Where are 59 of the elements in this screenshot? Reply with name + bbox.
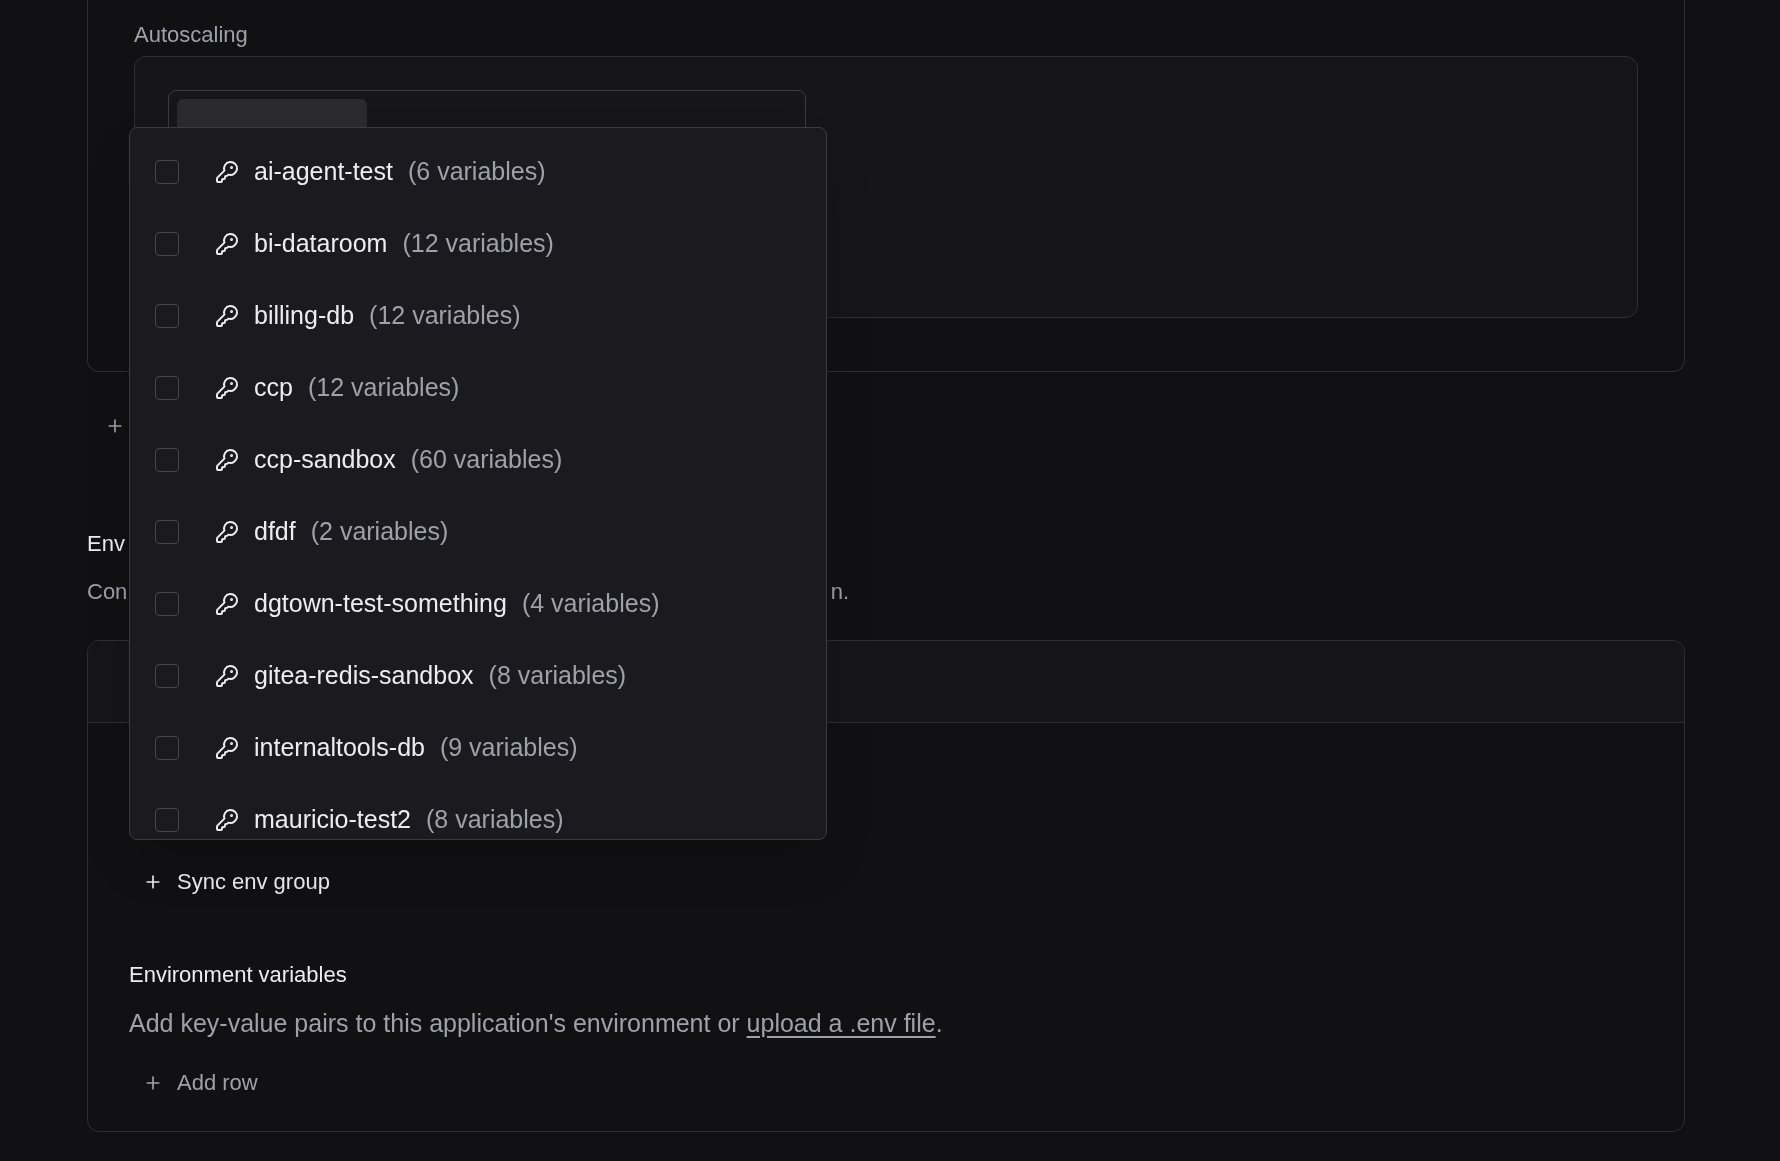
sync-env-group-button[interactable]: Sync env group [143, 865, 330, 898]
variable-count: (12 variables) [307, 372, 460, 404]
env-vars-description: Add key-value pairs to this application's environment or upload a .env file. [129, 1010, 943, 1036]
key-icon [215, 160, 239, 184]
env-group-option[interactable]: ccp-sandbox (60 variables) [130, 424, 826, 496]
checkbox[interactable] [155, 376, 179, 400]
env-vars-title: Environment variables [129, 962, 347, 988]
checkbox[interactable] [155, 592, 179, 616]
variable-count: (12 variables) [369, 300, 521, 332]
key-icon [215, 304, 239, 328]
env-group-name: ai-agent-test [254, 156, 393, 188]
checkbox[interactable] [155, 304, 179, 328]
env-group-option[interactable]: dfdf (2 variables) [130, 496, 826, 568]
add-row-button[interactable]: Add row [143, 1066, 258, 1099]
env-group-option[interactable]: mauricio-test2 (8 variables) [130, 784, 826, 839]
checkbox[interactable] [155, 520, 179, 544]
key-icon [215, 736, 239, 760]
checkbox[interactable] [155, 664, 179, 688]
variable-count: (12 variables) [402, 228, 554, 260]
checkbox[interactable] [155, 160, 179, 184]
env-group-name: gitea-redis-sandbox [254, 660, 474, 692]
env-group-option[interactable]: ccp (12 variables) [130, 352, 826, 424]
env-group-name: internaltools-db [254, 732, 425, 764]
key-icon [215, 592, 239, 616]
env-group-name: dfdf [254, 516, 296, 548]
section-label: Autoscaling [134, 22, 248, 48]
variable-count: (2 variables) [310, 516, 449, 548]
env-group-name: mauricio-test2 [254, 804, 411, 836]
variable-count: (8 variables) [488, 660, 627, 692]
env-group-name: ccp-sandbox [254, 444, 396, 476]
env-group-name: dgtown-test-something [254, 588, 507, 620]
variable-count: (4 variables) [521, 588, 660, 620]
env-group-name: bi-dataroom [254, 228, 388, 260]
key-icon [215, 808, 239, 832]
variable-count: (60 variables) [410, 444, 563, 476]
key-icon [215, 664, 239, 688]
variable-count: (8 variables) [426, 804, 564, 836]
env-group-option[interactable]: internaltools-db (9 variables) [130, 712, 826, 784]
env-group-name: billing-db [254, 300, 355, 332]
section-description: Con [87, 579, 128, 605]
key-icon [215, 376, 239, 400]
key-icon [215, 448, 239, 472]
env-group-option[interactable]: dgtown-test-something (4 variables) [130, 568, 826, 640]
variable-count: (9 variables) [439, 732, 578, 764]
checkbox[interactable] [155, 232, 179, 256]
variable-count: (6 variables) [407, 156, 546, 188]
key-icon [215, 232, 239, 256]
env-group-option[interactable]: ai-agent-test (6 variables) [130, 136, 826, 208]
checkbox[interactable] [155, 808, 179, 832]
checkbox[interactable] [155, 736, 179, 760]
section-title: Env [87, 531, 125, 557]
env-group-option[interactable]: gitea-redis-sandbox (8 variables) [130, 640, 826, 712]
key-icon [215, 520, 239, 544]
env-group-name: ccp [254, 372, 293, 404]
checkbox[interactable] [155, 448, 179, 472]
section-description: n. [830, 579, 849, 605]
env-group-option[interactable]: billing-db (12 variables) [130, 280, 826, 352]
env-group-option[interactable]: bi-dataroom (12 variables) [130, 208, 826, 280]
upload-env-link[interactable]: upload a .env file [746, 1009, 936, 1037]
